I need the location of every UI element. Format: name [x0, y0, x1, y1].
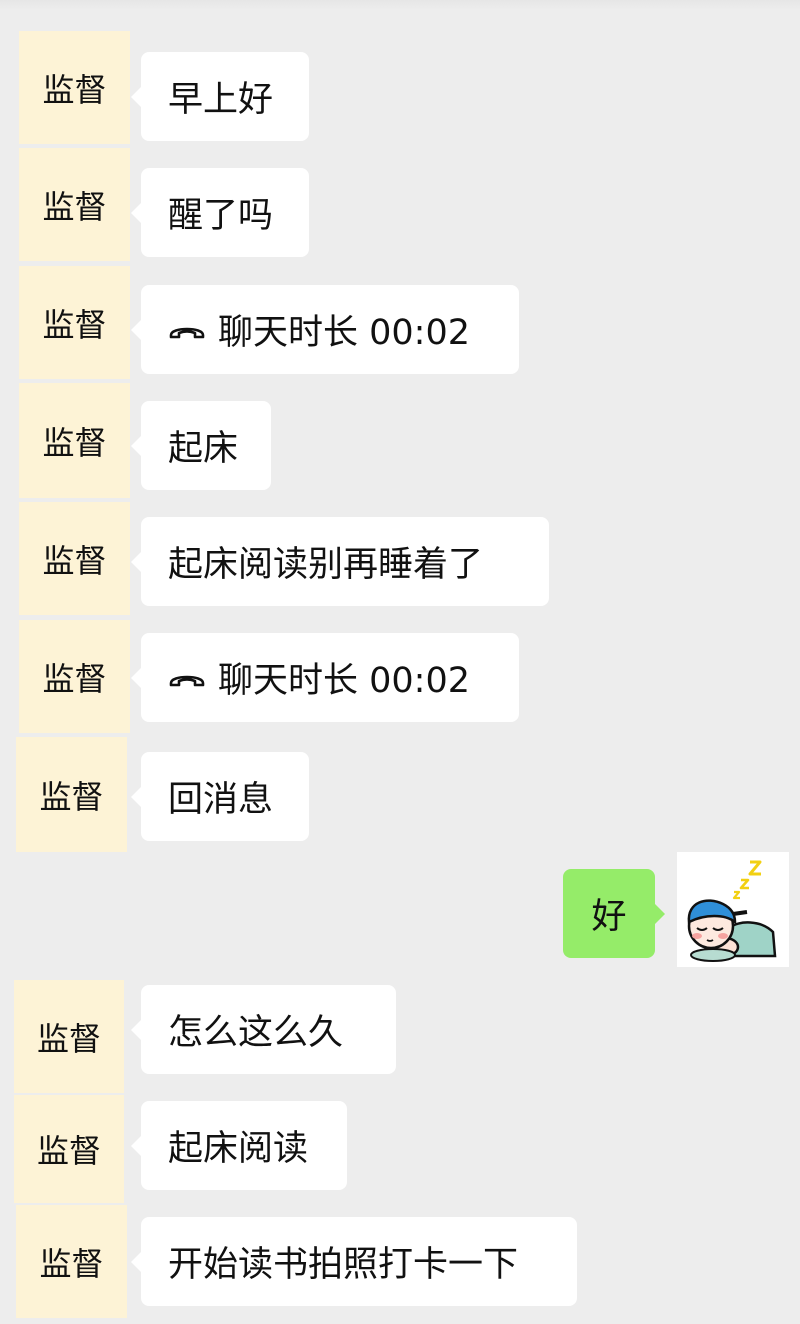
message-bubble[interactable]: 开始读书拍照打卡一下 [131, 1217, 577, 1306]
avatar[interactable]: 监督 [16, 1205, 127, 1318]
message-bubble[interactable]: 醒了吗 [131, 168, 309, 257]
message-text: 聊天时长 00:02 [218, 661, 470, 701]
message-bubble[interactable]: 起床阅读别再睡着了 [131, 517, 549, 606]
avatar[interactable]: 监督 [14, 980, 124, 1093]
avatar[interactable]: 监督 [19, 266, 130, 379]
avatar[interactable]: 监督 [19, 502, 130, 615]
avatar[interactable]: 监督 [19, 148, 130, 261]
phone-hangup-icon [169, 327, 205, 338]
message-text: 醒了吗 [168, 196, 274, 236]
call-record-bubble[interactable]: 聊天时长 00:02 [131, 285, 519, 374]
user-avatar[interactable] [677, 852, 789, 967]
message-text: 聊天时长 00:02 [218, 313, 470, 353]
avatar[interactable]: 监督 [19, 383, 130, 498]
avatar[interactable]: 监督 [14, 1095, 124, 1203]
avatar[interactable]: 监督 [19, 620, 130, 733]
sleeping-boy-sticker-icon [687, 860, 777, 962]
message-text: 好 [591, 897, 627, 937]
message-bubble[interactable]: 怎么这么久 [131, 985, 396, 1074]
avatar[interactable]: 监督 [19, 31, 130, 144]
message-text: 起床阅读 [168, 1129, 309, 1169]
message-text: 早上好 [168, 80, 274, 120]
outgoing-message-bubble[interactable]: 好 [563, 869, 665, 958]
message-bubble[interactable]: 回消息 [131, 752, 309, 841]
message-text: 开始读书拍照打卡一下 [168, 1245, 519, 1285]
message-text: 起床 [168, 429, 239, 469]
message-text: 回消息 [168, 780, 274, 820]
message-bubble[interactable]: 早上好 [131, 52, 309, 141]
message-bubble[interactable]: 起床阅读 [131, 1101, 347, 1190]
message-text: 起床阅读别再睡着了 [168, 545, 484, 585]
phone-hangup-icon [169, 675, 205, 686]
avatar[interactable]: 监督 [16, 737, 127, 852]
message-bubble[interactable]: 起床 [131, 401, 271, 490]
message-text: 怎么这么久 [168, 1013, 344, 1053]
top-edge [0, 0, 800, 10]
call-record-bubble[interactable]: 聊天时长 00:02 [131, 633, 519, 722]
